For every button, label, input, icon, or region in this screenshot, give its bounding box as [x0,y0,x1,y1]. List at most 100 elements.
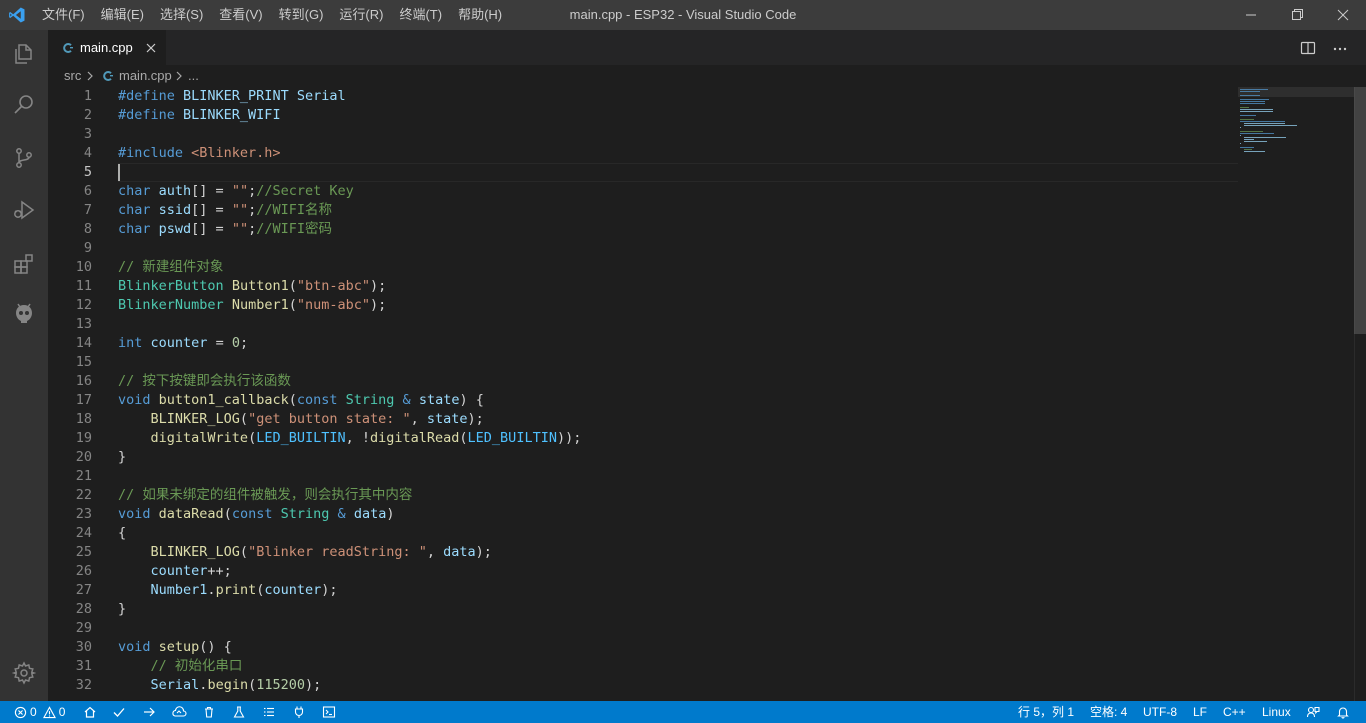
breadcrumb-folder[interactable]: src [64,65,81,87]
indentation[interactable]: 空格: 4 [1090,701,1127,723]
run-debug-button[interactable] [0,186,48,234]
code-line[interactable]: BLINKER_LOG("get button state: ", state)… [118,410,1238,429]
code-line[interactable]: BLINKER_LOG("Blinker readString: ", data… [118,543,1238,562]
minimize-button[interactable] [1228,0,1274,30]
code-line[interactable]: char ssid[] = "";//WIFI名称 [118,201,1238,220]
minimap-line [1240,133,1274,134]
tab-main-cpp[interactable]: main.cpp [48,30,166,65]
source-control-button[interactable] [0,134,48,182]
code-editor[interactable]: 1 2 3 4 5 6 7 8 9 10 11 12 13 14 15 16 17 18 19 20 21 22 23 24 2… [48,87,1366,701]
pio-home-button[interactable] [83,701,97,723]
platform-config[interactable]: Linux [1262,701,1291,723]
pio-serial-monitor-button[interactable] [262,701,276,723]
code-line[interactable] [118,125,1238,144]
code-line[interactable]: counter++; [118,562,1238,581]
code-line[interactable]: void dataRead(const String & data) [118,505,1238,524]
code-line[interactable]: Serial.begin(115200); [118,676,1238,695]
platformio-button[interactable] [0,290,48,338]
editor-tabs-bar: main.cpp [48,30,1366,65]
search-button[interactable] [0,80,48,128]
feedback-button[interactable] [1306,701,1320,723]
end-of-line[interactable]: LF [1193,701,1207,723]
code-line[interactable]: char pswd[] = "";//WIFI密码 [118,220,1238,239]
line-number: 28 [75,601,92,617]
cursor-position[interactable]: 行 5，列 1 [1018,701,1074,723]
minimap-line [1244,149,1252,150]
code-line[interactable] [118,619,1238,638]
breadcrumb: src main.cpp ... [48,65,1366,87]
minimap-line [1244,137,1286,138]
menu-file[interactable]: 文件(F) [34,0,93,30]
chevron-right-icon [87,71,93,81]
menu-help[interactable]: 帮助(H) [450,0,510,30]
code-line[interactable]: // 按下按键即会执行该函数 [118,372,1238,391]
code-line[interactable]: // 如果未绑定的组件被触发，则会执行其中内容 [118,486,1238,505]
pio-test-button[interactable] [232,701,246,723]
code-line[interactable]: void button1_callback(const String & sta… [118,391,1238,410]
close-tab-icon[interactable] [144,41,158,55]
code-line[interactable]: digitalWrite(LED_BUILTIN, !digitalRead(L… [118,429,1238,448]
pio-device-button[interactable] [292,701,306,723]
code-line[interactable]: Number1.print(counter); [118,581,1238,600]
code-line[interactable]: BlinkerButton Button1("btn-abc"); [118,277,1238,296]
pio-build-button[interactable] [112,701,126,723]
chevron-right-icon [176,71,182,81]
language-mode[interactable]: C++ [1223,701,1246,723]
menu-terminal[interactable]: 终端(T) [391,0,450,30]
extensions-icon [14,254,33,274]
code-line[interactable]: // 初始化串口 [118,657,1238,676]
line-number: 32 [75,677,92,693]
line-number: 16 [75,373,92,389]
minimap[interactable] [1238,87,1354,187]
code-area[interactable]: #define BLINKER_PRINT Serial #define BLIN… [118,87,1238,695]
breadcrumb-file[interactable]: main.cpp [119,65,172,87]
code-line[interactable]: } [118,600,1238,619]
breadcrumb-symbols[interactable]: ... [188,65,199,87]
notifications-button[interactable] [1336,701,1350,723]
menu-selection[interactable]: 选择(S) [152,0,211,30]
settings-button[interactable] [0,649,48,697]
file-encoding[interactable]: UTF-8 [1143,701,1177,723]
code-line[interactable]: { [118,524,1238,543]
code-line[interactable]: } [118,448,1238,467]
menu-view[interactable]: 查看(V) [211,0,270,30]
warning-count: 0 [58,705,66,719]
code-line[interactable] [118,163,1238,182]
code-line[interactable]: char auth[] = "";//Secret Key [118,182,1238,201]
code-line[interactable]: // 新建组件对象 [118,258,1238,277]
code-line[interactable] [118,353,1238,372]
line-number: 7 [83,202,92,218]
menu-go[interactable]: 转到(G) [271,0,332,30]
line-number: 2 [83,107,92,123]
explorer-button[interactable] [0,30,48,78]
restore-button[interactable] [1274,0,1320,30]
pio-terminal-button[interactable] [322,701,336,723]
problems-indicator[interactable]: 0 0 [14,701,65,723]
restore-icon [1292,9,1303,20]
extensions-button[interactable] [0,240,48,288]
close-window-button[interactable] [1320,0,1366,30]
code-line[interactable] [118,239,1238,258]
code-line[interactable] [118,467,1238,486]
code-line[interactable]: #define BLINKER_PRINT Serial [118,87,1238,106]
pio-upload-button[interactable] [142,701,156,723]
line-number: 20 [75,449,92,465]
code-line[interactable] [118,315,1238,334]
scrollbar-thumb[interactable] [1354,87,1366,334]
split-editor-button[interactable] [1298,38,1318,58]
pio-clean-button[interactable] [202,701,216,723]
more-actions-button[interactable] [1330,38,1350,58]
menu-run[interactable]: 运行(R) [331,0,391,30]
code-line[interactable]: void setup() { [118,638,1238,657]
code-line[interactable]: #include <Blinker.h> [118,144,1238,163]
code-line[interactable]: #define BLINKER_WIFI [118,106,1238,125]
menu-edit[interactable]: 编辑(E) [93,0,152,30]
minimap-line [1240,99,1269,100]
minimap-line [1240,147,1254,148]
tab-label: main.cpp [80,40,133,55]
code-line[interactable]: int counter = 0; [118,334,1238,353]
minimap-line [1244,125,1297,126]
code-line[interactable]: BlinkerNumber Number1("num-abc"); [118,296,1238,315]
pio-remote-button[interactable] [171,701,187,723]
source-control-icon [16,148,32,168]
